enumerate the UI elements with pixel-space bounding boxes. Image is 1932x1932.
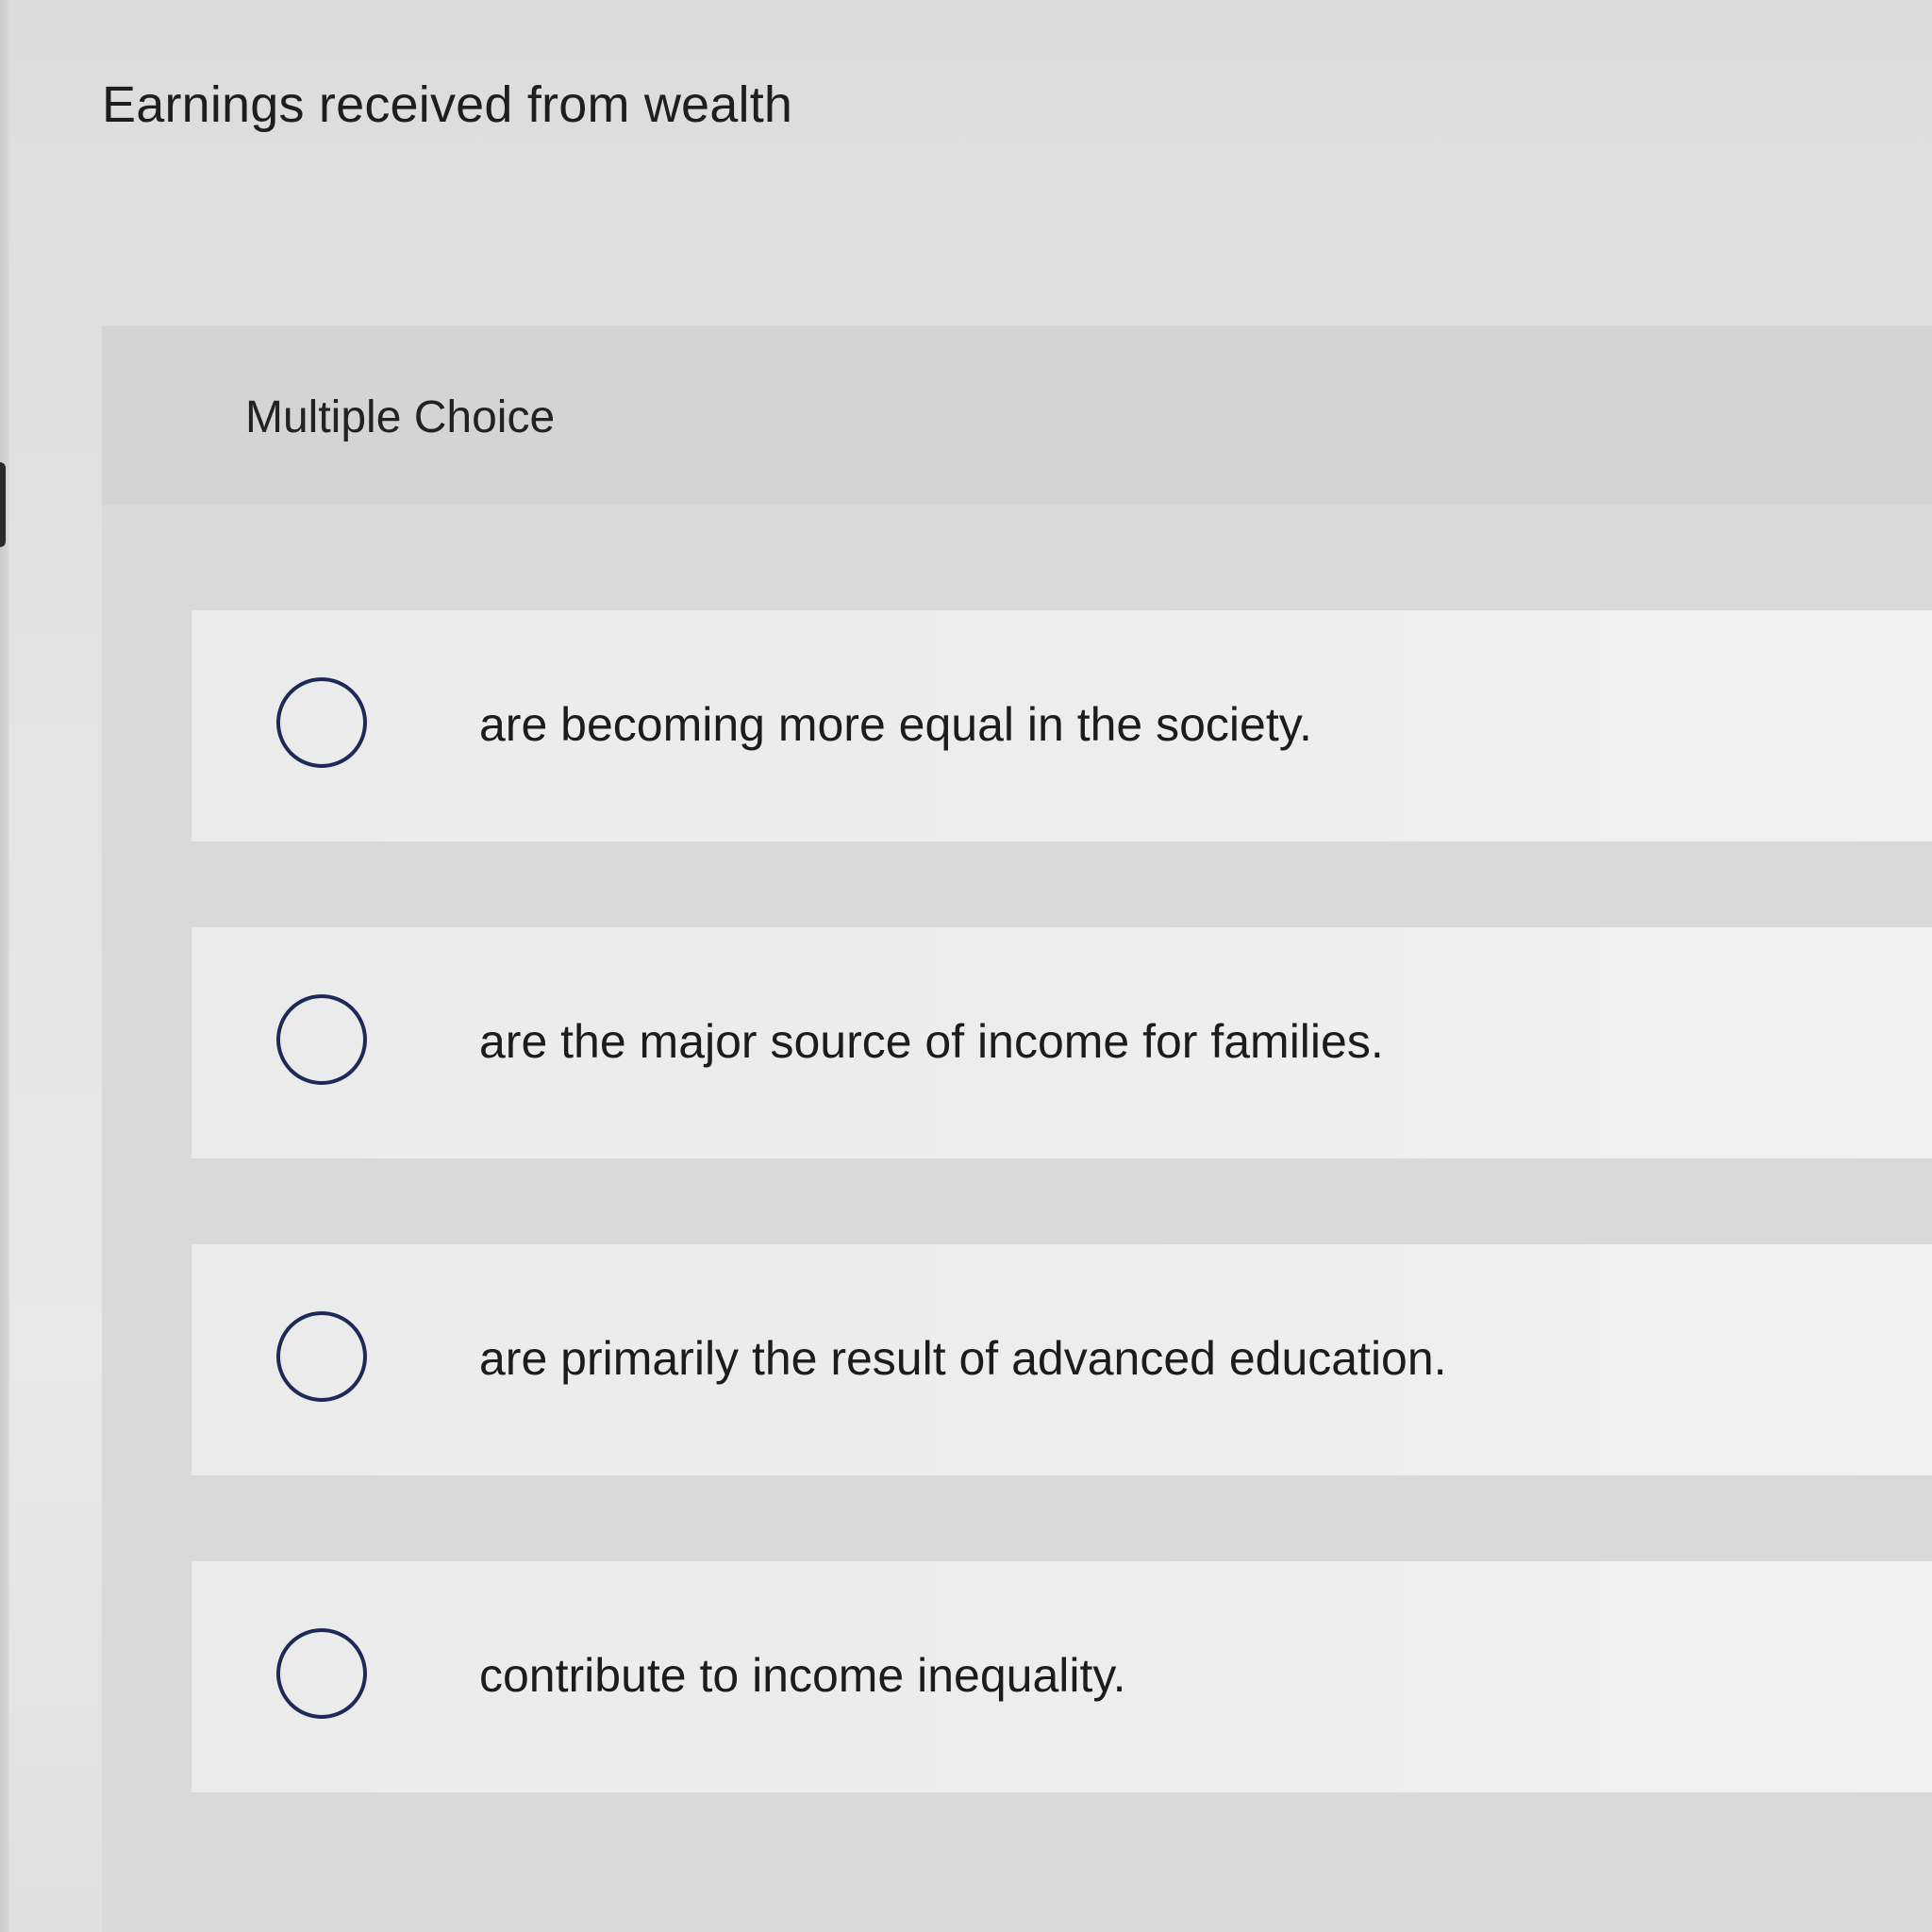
choice-option-3[interactable]: are primarily the result of advanced edu… (192, 1244, 1932, 1475)
radio-button[interactable] (276, 1628, 367, 1719)
choice-text: are the major source of income for famil… (479, 1015, 1384, 1068)
choice-option-4[interactable]: contribute to income inequality. (192, 1561, 1932, 1792)
choice-option-1[interactable]: are becoming more equal in the society. (192, 610, 1932, 841)
question-type-label: Multiple Choice (245, 392, 556, 442)
choice-text: contribute to income inequality. (479, 1649, 1126, 1702)
choice-option-2[interactable]: are the major source of income for famil… (192, 927, 1932, 1158)
question-prompt: Earnings received from wealth (102, 76, 793, 133)
choice-text: are becoming more equal in the society. (479, 698, 1312, 751)
choice-text: are primarily the result of advanced edu… (479, 1332, 1447, 1385)
panel-header: Multiple Choice (102, 325, 1932, 505)
choice-list: are becoming more equal in the society. … (192, 610, 1932, 1878)
radio-button[interactable] (276, 677, 367, 768)
radio-button[interactable] (276, 1311, 367, 1402)
screen-edge (0, 0, 9, 1932)
question-panel: Multiple Choice are becoming more equal … (102, 325, 1932, 1932)
radio-button[interactable] (276, 994, 367, 1085)
screen-edge-mark (0, 462, 6, 547)
